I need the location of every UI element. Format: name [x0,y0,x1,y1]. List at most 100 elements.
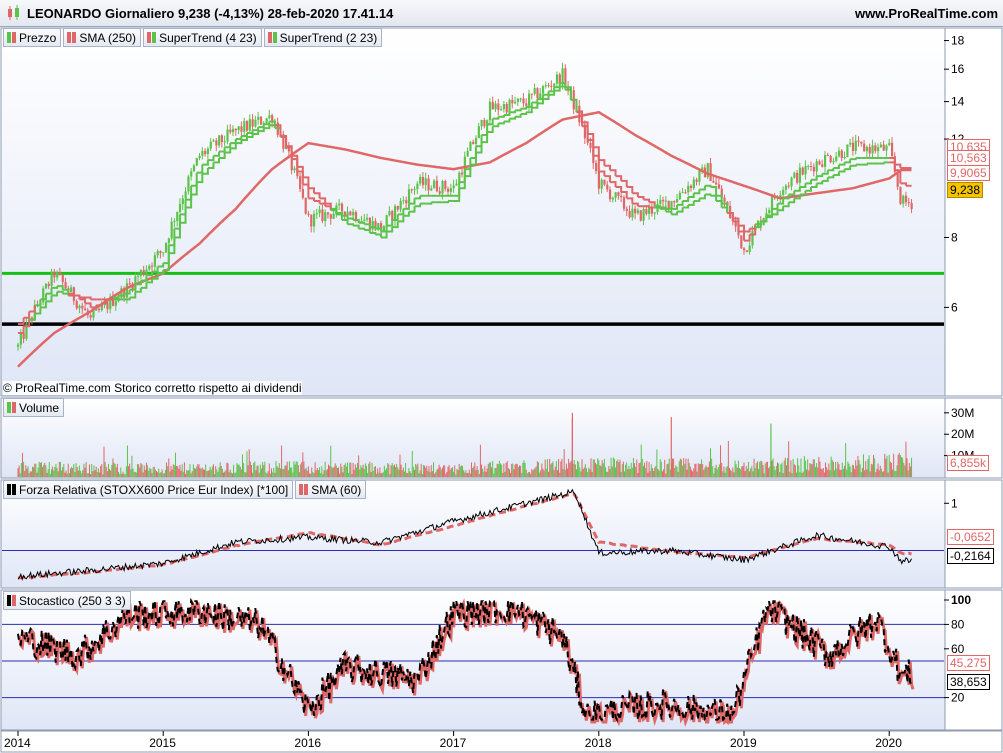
candle-body [796,172,799,183]
candle-body [768,210,771,214]
candle-body [145,269,148,274]
candle-body [497,103,500,110]
candle-body [595,162,598,172]
panel-bg [0,397,946,479]
candle-body [159,251,162,253]
candle-body [653,212,656,214]
candle-body [508,99,511,113]
candle-body [215,140,218,146]
candle-body [553,83,556,87]
candle-body [678,192,681,200]
candle-body [798,167,802,183]
candle-body [338,203,341,206]
price-tick-label: 6 [951,300,958,314]
price-tick-label: 14 [951,95,965,109]
candle-body [399,201,402,210]
candle-body [234,128,237,131]
legend-item[interactable]: SuperTrend (2 23) [263,28,383,47]
candle-body [190,171,193,177]
candle-body [910,202,913,210]
x-tick-label: 2014 [4,736,31,750]
candle-body [636,210,640,214]
candle-body [810,166,813,168]
candle-body [597,171,600,189]
candle-body [128,283,131,285]
legend-item[interactable]: SMA (60) [295,480,367,499]
legend-swatch-icon [7,32,16,43]
candle-body [483,119,486,127]
candle-body [832,160,835,163]
candle-body [438,191,441,194]
candle-body [469,141,472,151]
candle-body [81,305,84,309]
candle-body [153,255,157,267]
legend-item[interactable]: Volume [3,398,65,417]
candle-body [78,305,81,309]
candle-body [229,129,232,133]
candle-body [97,308,101,311]
candle-body [491,101,494,110]
candle-body [366,217,369,220]
candle-body [480,119,483,127]
candle-body [533,88,536,94]
candle-body [628,210,631,218]
candle-body [611,197,614,200]
candle-body [860,141,863,144]
legend-item[interactable]: SuperTrend (4 23) [143,28,262,47]
legend-item[interactable]: Forza Relativa (STOXX600 Price Eur Index… [3,480,294,499]
candle-body [318,209,321,214]
candle-body [547,85,550,87]
legend-item[interactable]: SMA (250) [63,28,142,47]
chart-canvas[interactable]: 181614128630M20M10M110080602020142015201… [0,0,1003,753]
rs-legend: Forza Relativa (STOXX600 Price Eur Index… [3,480,367,499]
candle-body [245,120,249,131]
candle-body [843,156,846,159]
candle-body [790,177,793,187]
value-label: -0,2164 [947,548,994,564]
candle-body [826,155,829,157]
candle-body [815,161,818,172]
legend-item[interactable]: Stocastico (250 3 3) [3,591,131,610]
candle-body [631,208,634,218]
candle-body [527,93,531,106]
candle-body [494,103,497,110]
candle-body [868,147,871,154]
candle-body [620,195,623,198]
candle-body [424,178,427,186]
candle-body [600,179,603,189]
candle-body [460,172,464,175]
candle-body [907,202,910,204]
x-tick-label: 2016 [294,736,321,750]
candle-body [477,126,480,139]
candle-body [410,189,413,191]
candle-body [801,167,804,175]
candle-body [561,68,564,85]
candle-body [430,188,433,191]
candle-body [617,192,620,196]
candle-body [877,146,880,152]
candle-body [675,199,679,203]
candle-body [407,189,411,204]
candle-body [58,272,62,276]
candle-body [698,170,701,182]
candle-body [849,142,852,145]
price-legend: Prezzo SMA (250) SuperTrend (4 23) SuperTre… [3,28,383,47]
candle-body [435,180,439,192]
candle-body [684,192,687,194]
candle-body [307,213,310,215]
candle-body [405,200,408,204]
legend-item[interactable]: Prezzo [3,28,62,47]
candle-body [176,212,179,222]
candle-body [47,283,50,287]
candle-body [125,283,129,298]
candle-body [220,135,224,143]
candle-body [885,145,888,151]
candle-body [421,177,425,186]
legend-swatch-icon [147,32,157,43]
candle-body [488,101,492,121]
candle-body [61,275,64,283]
candle-body [192,165,196,172]
candle-body [888,142,891,146]
candle-body [299,176,302,189]
candle-body [212,140,215,142]
